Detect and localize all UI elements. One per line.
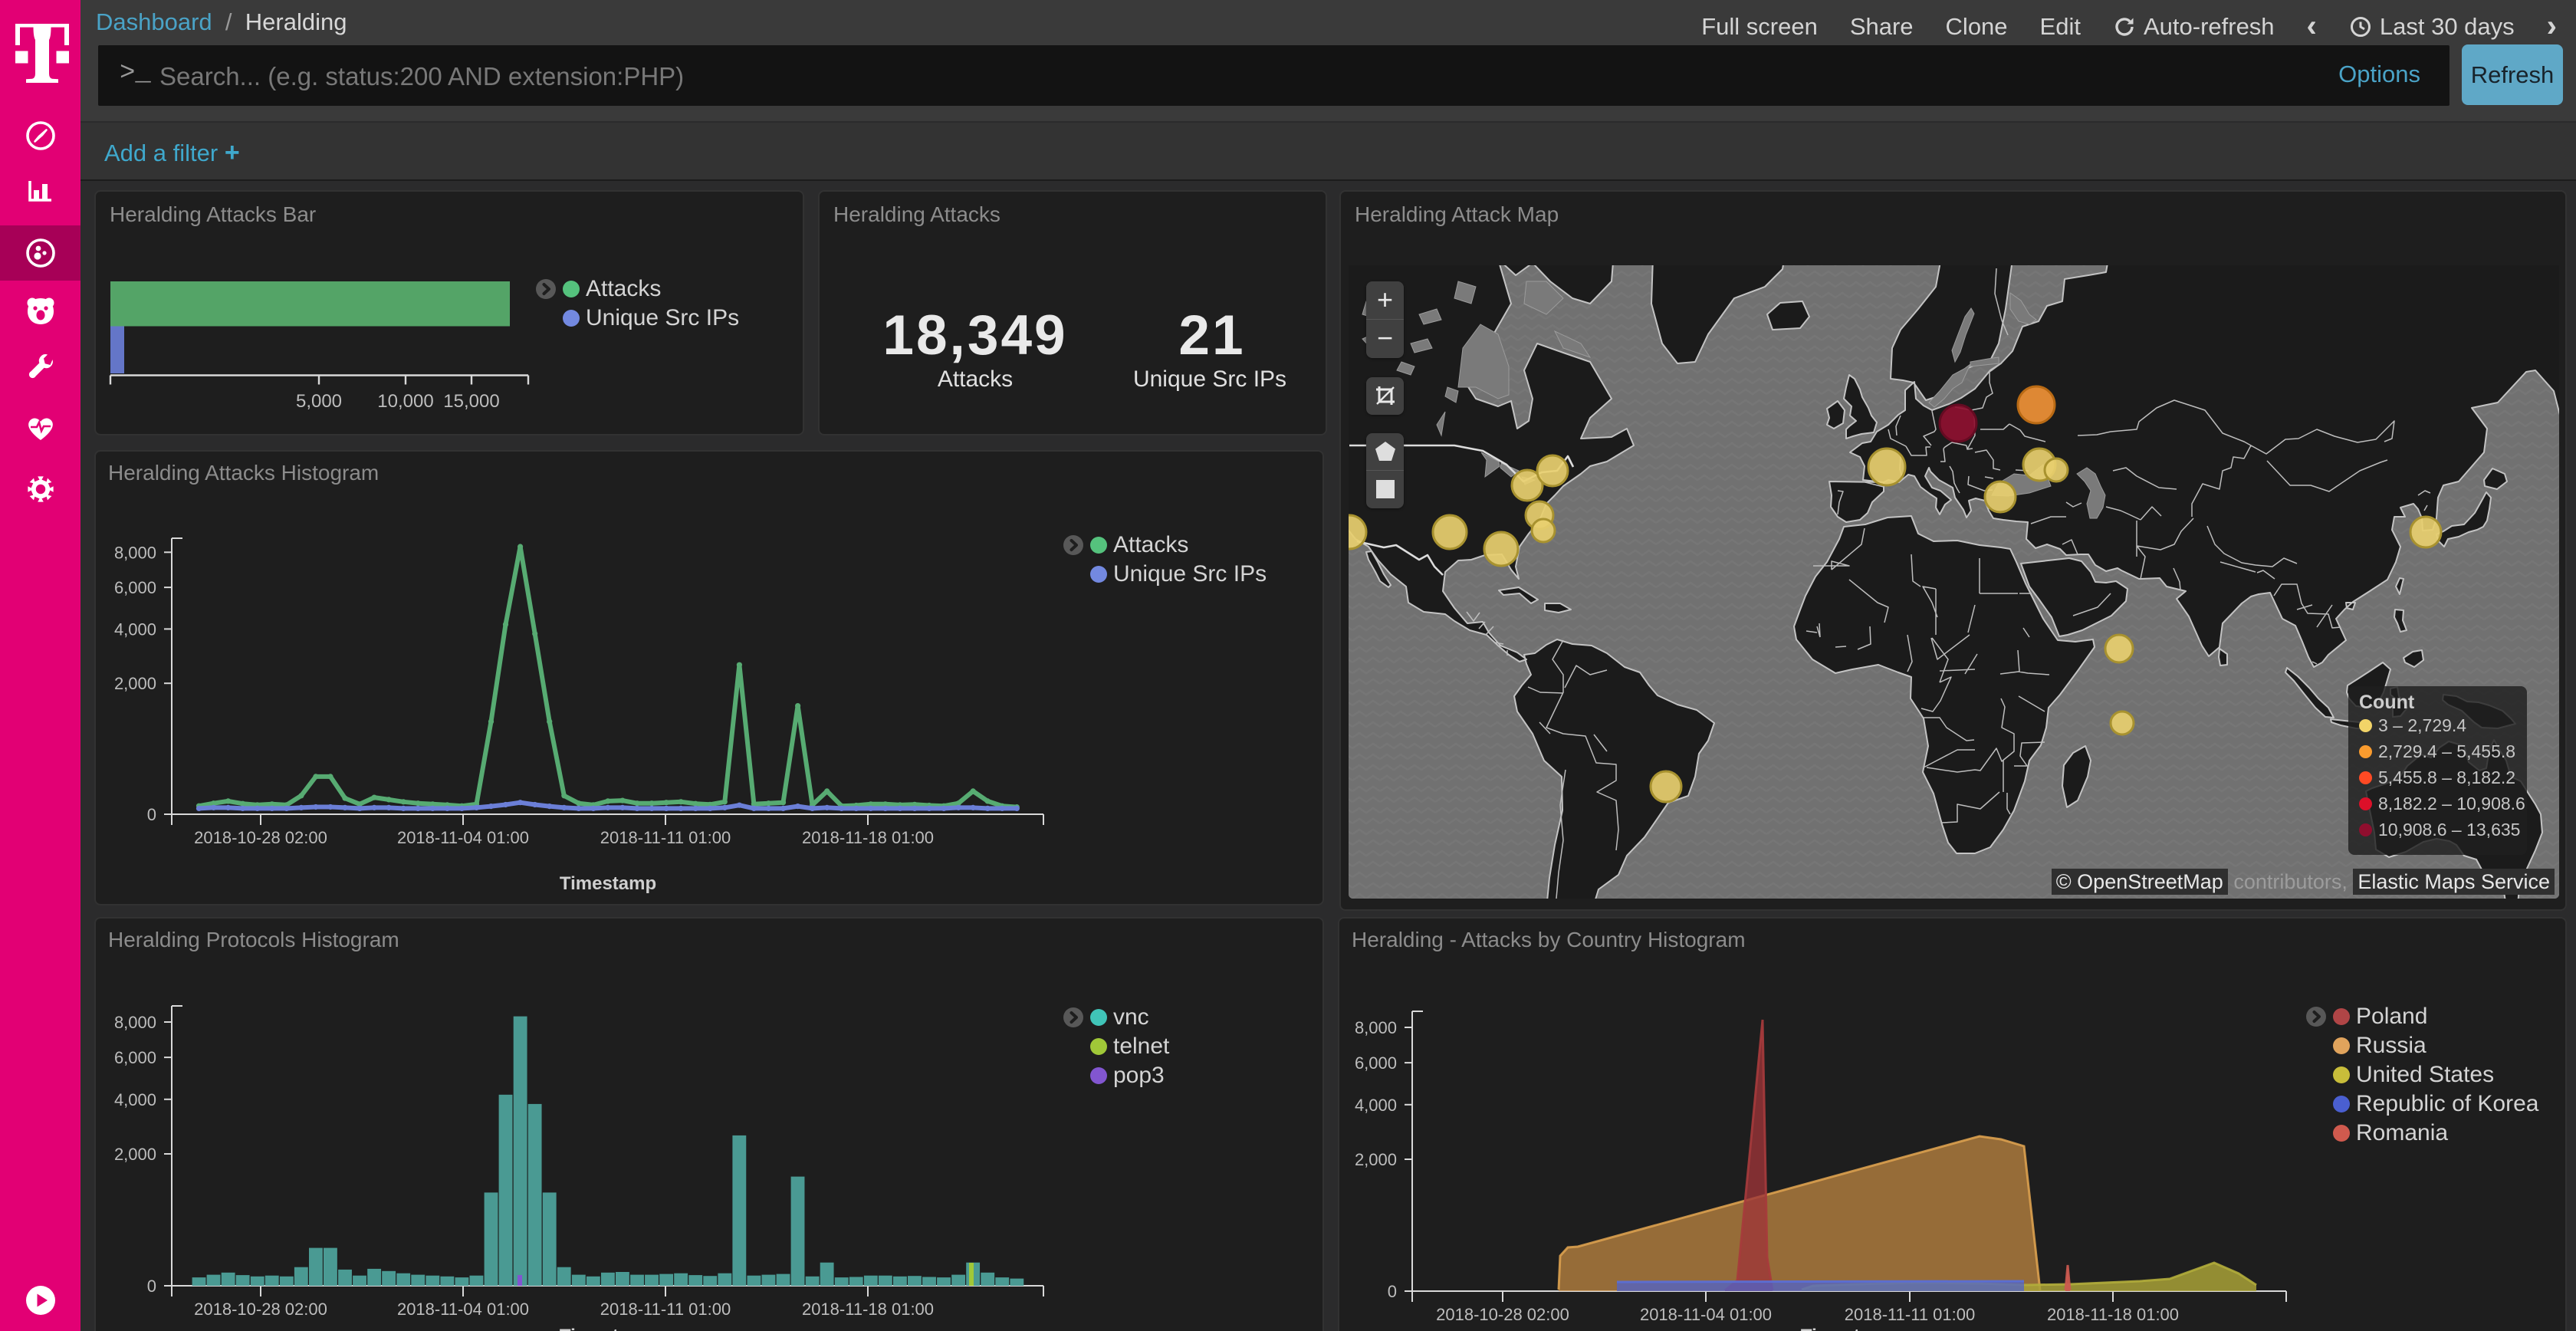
svg-text:2,000: 2,000: [1355, 1150, 1397, 1169]
svg-text:Timestamp: Timestamp: [1801, 1326, 1898, 1331]
svg-text:6,000: 6,000: [1355, 1053, 1397, 1073]
svg-text:2018-11-04 01:00: 2018-11-04 01:00: [1640, 1305, 1772, 1324]
svg-text:8,000: 8,000: [1355, 1018, 1397, 1037]
svg-text:0: 0: [1388, 1282, 1397, 1301]
svg-text:2018-11-18 01:00: 2018-11-18 01:00: [2047, 1305, 2179, 1324]
svg-text:2018-11-11 01:00: 2018-11-11 01:00: [1845, 1305, 1975, 1324]
svg-text:4,000: 4,000: [1355, 1096, 1397, 1115]
svg-text:2018-10-28 02:00: 2018-10-28 02:00: [1436, 1305, 1569, 1324]
